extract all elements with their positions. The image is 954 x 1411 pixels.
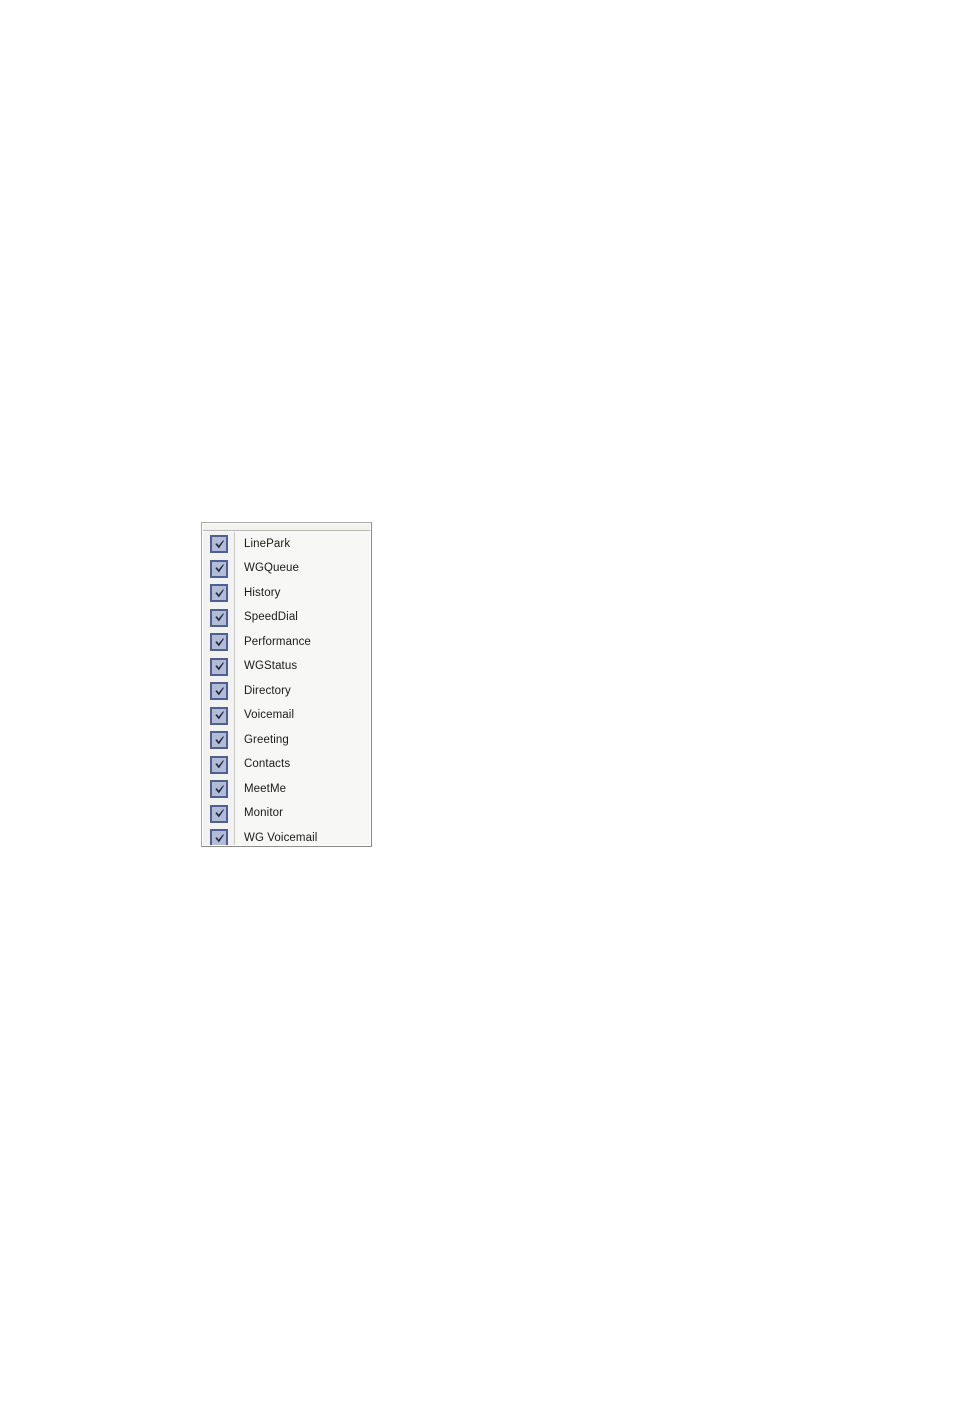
checkbox-cell[interactable] — [203, 829, 235, 845]
checkbox-cell[interactable] — [203, 535, 235, 554]
checkmark-icon — [214, 612, 225, 623]
checkmark-icon — [214, 833, 225, 844]
checkbox-checked-icon[interactable] — [210, 731, 228, 750]
checklist-row-6[interactable]: Directory — [203, 679, 370, 704]
checklist-row-label: WGQueue — [244, 562, 300, 575]
checkbox-cell[interactable] — [203, 633, 235, 652]
checkbox-cell[interactable] — [203, 706, 235, 725]
checklist-row-label: Greeting — [244, 733, 289, 746]
checklist-row-label: History — [244, 586, 281, 599]
checkbox-cell[interactable] — [203, 608, 235, 627]
checkbox-cell[interactable] — [203, 780, 235, 799]
checklist-column-header — [203, 524, 370, 531]
checklist-row-9[interactable]: Contacts — [203, 753, 370, 778]
checkmark-icon — [214, 686, 225, 697]
checklist-row-label: LinePark — [244, 537, 291, 550]
checkbox-checked-icon[interactable] — [210, 829, 228, 845]
checklist-row-4[interactable]: Performance — [203, 630, 370, 655]
checkbox-checked-icon[interactable] — [210, 706, 228, 725]
checkbox-cell[interactable] — [203, 657, 235, 676]
checkbox-cell[interactable] — [203, 755, 235, 774]
checklist-rows-region[interactable]: LinePark WGQueue History SpeedDial Perfo… — [203, 532, 370, 845]
checkbox-checked-icon[interactable] — [210, 657, 228, 676]
checklist-row-11[interactable]: Monitor — [203, 802, 370, 827]
checklist-row-1[interactable]: WGQueue — [203, 557, 370, 582]
checklist-row-label: Voicemail — [244, 709, 295, 722]
checkbox-checked-icon[interactable] — [210, 584, 228, 603]
checkmark-icon — [214, 539, 225, 550]
checklist-row-label: Monitor — [244, 807, 284, 820]
checklist-row-10[interactable]: MeetMe — [203, 777, 370, 802]
checklist-row-5[interactable]: WGStatus — [203, 655, 370, 680]
checkbox-checked-icon[interactable] — [210, 559, 228, 578]
checkmark-icon — [214, 710, 225, 721]
checkmark-icon — [214, 637, 225, 648]
checkmark-icon — [214, 759, 225, 770]
checkbox-cell[interactable] — [203, 731, 235, 750]
checklist-inner-frame: LinePark WGQueue History SpeedDial Perfo… — [202, 523, 371, 846]
checkbox-cell[interactable] — [203, 682, 235, 701]
checklist-row-label: Performance — [244, 635, 311, 648]
checklist-row-12[interactable]: WG Voicemail — [203, 826, 370, 845]
checkmark-icon — [214, 735, 225, 746]
checkbox-cell[interactable] — [203, 804, 235, 823]
checklist-row-label: MeetMe — [244, 782, 287, 795]
component-checklist-panel: LinePark WGQueue History SpeedDial Perfo… — [201, 522, 372, 847]
checkmark-icon — [214, 588, 225, 599]
checkbox-cell[interactable] — [203, 584, 235, 603]
checklist-row-7[interactable]: Voicemail — [203, 704, 370, 729]
checkbox-checked-icon[interactable] — [210, 633, 228, 652]
checkbox-cell[interactable] — [203, 559, 235, 578]
checklist-row-0[interactable]: LinePark — [203, 532, 370, 557]
checkbox-checked-icon[interactable] — [210, 804, 228, 823]
checklist-row-label: WG Voicemail — [244, 831, 318, 844]
checkmark-icon — [214, 808, 225, 819]
checklist-row-label: Directory — [244, 684, 291, 697]
checkmark-icon — [214, 661, 225, 672]
checklist-row-label: SpeedDial — [244, 611, 298, 624]
checklist-row-label: Contacts — [244, 758, 291, 771]
checkbox-checked-icon[interactable] — [210, 780, 228, 799]
checklist-row-label: WGStatus — [244, 660, 298, 673]
checklist-row-2[interactable]: History — [203, 581, 370, 606]
checkbox-checked-icon[interactable] — [210, 682, 228, 701]
checklist-row-3[interactable]: SpeedDial — [203, 606, 370, 631]
checkbox-checked-icon[interactable] — [210, 755, 228, 774]
checkbox-checked-icon[interactable] — [210, 608, 228, 627]
checkbox-checked-icon[interactable] — [210, 535, 228, 554]
checkmark-icon — [214, 784, 225, 795]
checklist-items: LinePark WGQueue History SpeedDial Perfo… — [203, 532, 370, 845]
checkmark-icon — [214, 563, 225, 574]
checklist-row-8[interactable]: Greeting — [203, 728, 370, 753]
